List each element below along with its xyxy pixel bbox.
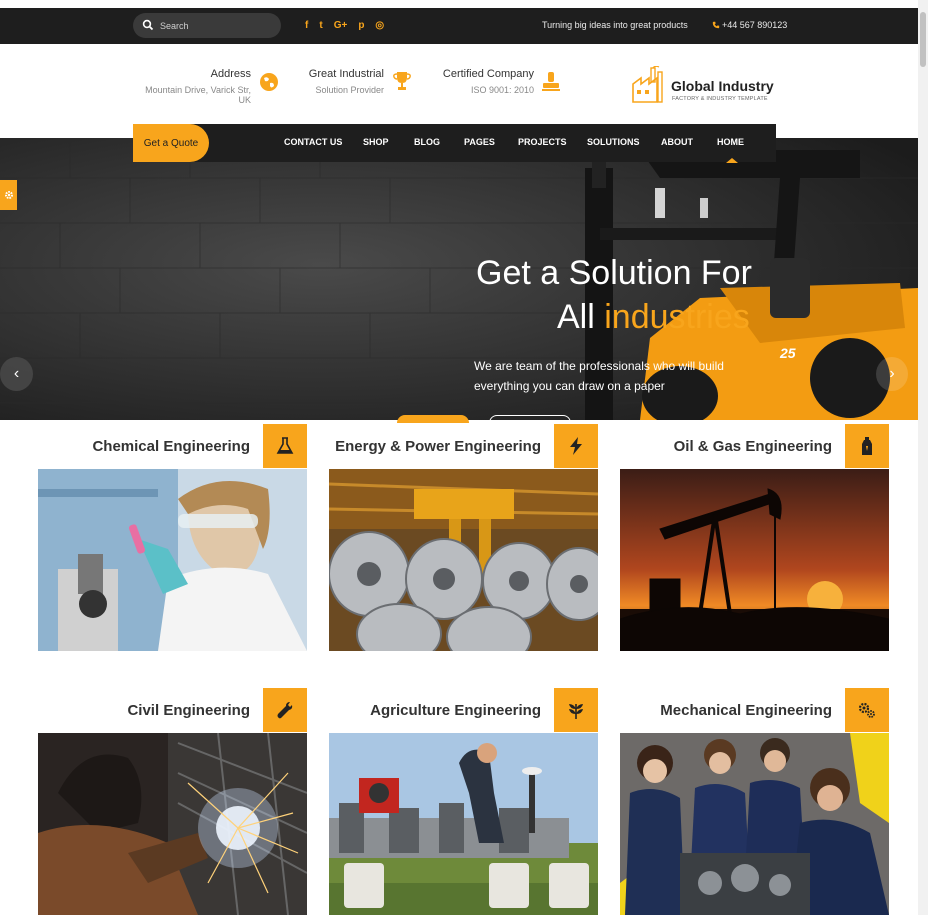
fuel-icon (862, 437, 872, 455)
welder-photo (38, 733, 307, 915)
page-scrollbar[interactable] (918, 0, 928, 915)
service-title-civil[interactable]: Civil Engineering (38, 702, 250, 719)
nav-item-shop[interactable]: SHOP (363, 137, 389, 147)
nav-item-solutions[interactable]: SOLUTIONS (587, 137, 640, 147)
oil-pump-sunset-photo (620, 469, 889, 651)
svg-text:25: 25 (779, 345, 796, 361)
industrial-title: Great Industrial (308, 68, 384, 80)
service-title-chemical[interactable]: Chemical Engineering (38, 438, 250, 455)
get-quote-button[interactable]: Get a Quote (133, 124, 209, 162)
nav-active-indicator (726, 158, 738, 163)
nav-item-pages[interactable]: PAGES (464, 137, 495, 147)
dribbble-icon[interactable]: ◎ (375, 19, 384, 33)
slider-next-button[interactable]: › (876, 357, 908, 391)
top-bar: f t G+ p ◎ Turning big ideas into great … (0, 8, 918, 44)
nav-item-projects[interactable]: PROJECTS (518, 137, 567, 147)
service-title-oil-gas[interactable]: Oil & Gas Engineering (620, 438, 832, 455)
hero-title-white: All (557, 298, 595, 336)
nav-item-blog[interactable]: BLOG (414, 137, 440, 147)
service-icon-box-oil-gas[interactable] (845, 424, 889, 468)
mechanics-photo (620, 733, 889, 915)
social-links: f t G+ p ◎ (305, 19, 384, 33)
phone-number[interactable]: +44 567 890123 (712, 20, 787, 30)
service-image-chemical[interactable] (38, 469, 307, 651)
service-title-mechanical[interactable]: Mechanical Engineering (620, 702, 832, 719)
service-image-energy[interactable] (329, 469, 598, 651)
address-sub: Mountain Drive, Varick Str, UK (145, 85, 251, 105)
twitter-icon[interactable]: t (319, 19, 322, 33)
trophy-icon (393, 72, 411, 90)
certified-sub: ISO 9001: 2010 (470, 85, 534, 95)
hero-secondary-button[interactable] (489, 415, 571, 423)
slider-prev-button[interactable]: ‹ (0, 357, 33, 391)
steel-coils-photo (329, 469, 598, 651)
certified-info: Certified Company ISO 9001: 2010 (430, 68, 534, 95)
service-image-civil[interactable] (38, 733, 307, 915)
search-box[interactable] (133, 13, 281, 38)
nav-item-about[interactable]: ABOUT (661, 137, 693, 147)
certified-title: Certified Company (442, 68, 534, 80)
hero-background-image: 25 (0, 138, 918, 420)
agriculture-machine-photo (329, 733, 598, 915)
hero-primary-button[interactable] (397, 415, 469, 423)
gears-icon (858, 702, 875, 718)
scrollbar-thumb[interactable] (920, 12, 926, 67)
hero-title-line2: All industries (557, 298, 750, 337)
chevron-right-icon[interactable]: › (889, 365, 894, 383)
service-image-mechanical[interactable] (620, 733, 889, 915)
service-title-energy[interactable]: Energy & Power Engineering (329, 438, 541, 455)
hero-title-line1: Get a Solution For (476, 254, 752, 292)
logo-name[interactable]: Global Industry (671, 78, 774, 94)
chevron-left-icon[interactable]: ‹ (14, 365, 19, 383)
service-icon-box-mechanical[interactable] (845, 688, 889, 732)
hero-description: We are team of the professionals who wil… (474, 359, 724, 393)
flask-icon (276, 437, 294, 454)
logo-subtitle: FACTORY & INDUSTRY TEMPLATE (672, 96, 768, 102)
service-icon-box-civil[interactable] (263, 688, 307, 732)
address-title: Address (210, 68, 251, 80)
hero-slider: 25 (0, 138, 918, 420)
main-navigation: Get a Quote CONTACT US SHOP BLOG PAGES P… (133, 124, 776, 163)
service-title-agriculture[interactable]: Agriculture Engineering (329, 702, 541, 719)
bolt-icon (570, 437, 582, 455)
nav-item-contact-us[interactable]: CONTACT US (284, 137, 342, 147)
settings-tab[interactable] (0, 180, 17, 210)
tagline: Turning big ideas into great products (542, 20, 688, 30)
phone-text: +44 567 890123 (722, 20, 788, 30)
pinterest-icon[interactable]: p (358, 19, 364, 33)
address-info: Address Mountain Drive, Varick Str, UK (133, 68, 251, 105)
leaf-icon (569, 704, 583, 719)
stamp-icon (542, 72, 560, 91)
service-icon-box-agriculture[interactable] (554, 688, 598, 732)
search-icon[interactable] (142, 19, 154, 31)
logo-factory-icon[interactable] (631, 66, 667, 104)
phone-icon (712, 21, 720, 29)
nav-item-home[interactable]: HOME (717, 137, 744, 147)
service-image-agriculture[interactable] (329, 733, 598, 915)
globe-icon (260, 73, 278, 91)
facebook-icon[interactable]: f (305, 19, 308, 33)
gear-icon[interactable] (4, 190, 14, 200)
industrial-info: Great Industrial Solution Provider (300, 68, 384, 95)
service-image-oil-gas[interactable] (620, 469, 889, 651)
service-icon-box-chemical[interactable] (263, 424, 307, 468)
hero-title-accent: industries (604, 298, 750, 336)
scientist-photo (38, 469, 307, 651)
search-input[interactable] (160, 16, 272, 35)
wrench-icon (277, 702, 293, 719)
industrial-sub: Solution Provider (315, 85, 384, 95)
google-plus-icon[interactable]: G+ (334, 19, 348, 33)
service-icon-box-energy[interactable] (554, 424, 598, 468)
